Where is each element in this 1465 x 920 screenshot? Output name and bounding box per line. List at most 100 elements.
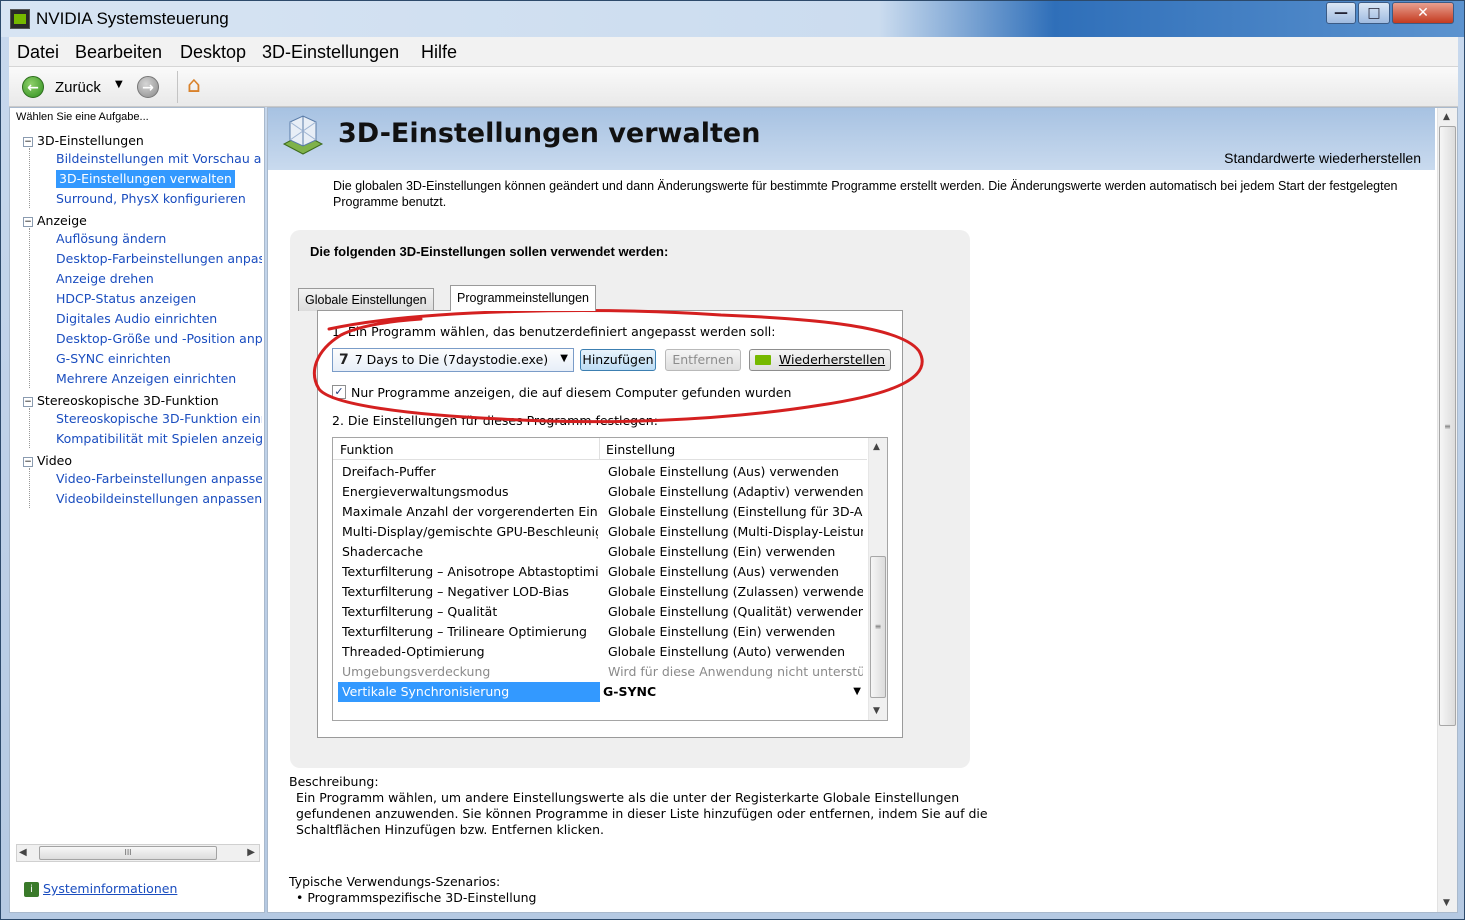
table-row[interactable]: Texturfilterung – Trilineare Optimierung… bbox=[333, 622, 867, 642]
tree-category-label: Video bbox=[37, 453, 73, 468]
restore-button[interactable]: Wiederherstellen bbox=[749, 349, 891, 371]
tree-item-desktop-groesse[interactable]: Desktop-Größe und -Position anpassen bbox=[56, 330, 262, 348]
table-row[interactable]: Umgebungsverdeckung Wird für diese Anwend… bbox=[333, 662, 867, 682]
scroll-down-icon[interactable]: ▼ bbox=[1443, 898, 1450, 908]
only-found-label[interactable]: Nur Programme anzeigen, die auf diesem C… bbox=[351, 385, 791, 400]
scroll-up-icon[interactable]: ▲ bbox=[1443, 112, 1450, 122]
chevron-down-icon[interactable]: ▼ bbox=[853, 682, 861, 702]
scrollbar-thumb[interactable]: ≡ bbox=[1439, 126, 1456, 726]
setting-dropdown[interactable]: G-SYNC bbox=[603, 682, 858, 702]
scenarios-label: Typische Verwendungs-Szenarios: bbox=[289, 874, 501, 889]
tree-item-aufloesung[interactable]: Auflösung ändern bbox=[56, 230, 166, 248]
program-icon: 7 bbox=[339, 352, 349, 368]
menu-3d-einstellungen[interactable]: 3D-Einstellungen bbox=[262, 42, 399, 63]
collapse-icon[interactable]: − bbox=[23, 217, 33, 227]
table-row[interactable]: Texturfilterung – Negativer LOD-Bias Glob… bbox=[333, 582, 867, 602]
tab-program-settings[interactable]: Programmeinstellungen bbox=[450, 285, 597, 311]
chevron-down-icon[interactable]: ▼ bbox=[560, 353, 568, 364]
tab-global-settings[interactable]: Globale Einstellungen bbox=[298, 288, 434, 311]
tree-item-video-farbe[interactable]: Video-Farbeinstellungen anpassen bbox=[56, 470, 262, 488]
scrollbar-thumb[interactable]: ≡ bbox=[870, 556, 886, 698]
system-info-icon: i bbox=[24, 882, 39, 897]
tree-category-anzeige[interactable]: − Anzeige bbox=[23, 212, 87, 230]
cell-function: Texturfilterung – Qualität bbox=[342, 604, 498, 619]
cell-setting: Globale Einstellung (Aus) verwenden bbox=[608, 464, 839, 479]
tree-item-videobild[interactable]: Videobildeinstellungen anpassen bbox=[56, 490, 262, 508]
scroll-up-icon[interactable]: ▲ bbox=[873, 442, 880, 452]
nvidia-icon bbox=[754, 355, 771, 365]
close-button[interactable]: ✕ bbox=[1392, 2, 1454, 24]
cell-function: Threaded-Optimierung bbox=[342, 644, 485, 659]
tree-item-bildeinstellungen[interactable]: Bildeinstellungen mit Vorschau anpassen bbox=[56, 150, 262, 168]
step1-label: 1. Ein Programm wählen, das benutzerdefi… bbox=[332, 324, 776, 339]
sidebar-horizontal-scrollbar[interactable]: ◀ III ▶ bbox=[16, 844, 260, 862]
tree-category-3d[interactable]: −3D-Einstellungen bbox=[23, 132, 144, 150]
title-bar[interactable]: NVIDIA Systemsteuerung — □ ✕ bbox=[1, 1, 1464, 37]
tree-connector bbox=[29, 408, 30, 448]
system-info-link[interactable]: Systeminformationen bbox=[43, 881, 177, 896]
tree-category-video[interactable]: − Video bbox=[23, 452, 72, 470]
back-arrow-icon[interactable]: ← bbox=[22, 76, 44, 98]
only-found-checkbox[interactable]: ✓ bbox=[332, 385, 346, 399]
nvidia-icon bbox=[10, 9, 30, 29]
tree-item-anzeige-drehen[interactable]: Anzeige drehen bbox=[56, 270, 154, 288]
table-row[interactable]: Multi-Display/gemischte GPU-Beschleunig.… bbox=[333, 522, 867, 542]
program-select-value: 7 Days to Die (7daystodie.exe) bbox=[354, 352, 549, 367]
program-select[interactable]: 7 7 Days to Die (7daystodie.exe) ▼ bbox=[332, 348, 574, 372]
list-vertical-scrollbar[interactable]: ▲ ≡ ▼ bbox=[868, 438, 887, 720]
column-header-function[interactable]: Funktion bbox=[340, 442, 394, 457]
table-row-selected[interactable]: Vertikale Synchronisierung G-SYNC ▼ bbox=[333, 682, 867, 702]
tree-item-kompatibilitaet[interactable]: Kompatibilität mit Spielen anzeigen bbox=[56, 430, 262, 448]
tree-item-desktop-farbe[interactable]: Desktop-Farbeinstellungen anpassen bbox=[56, 250, 262, 268]
menu-bearbeiten[interactable]: Bearbeiten bbox=[75, 42, 162, 63]
cell-setting: Globale Einstellung (Qualität) verwenden bbox=[608, 604, 863, 619]
column-header-setting[interactable]: Einstellung bbox=[606, 442, 675, 457]
collapse-icon[interactable]: − bbox=[23, 457, 33, 467]
add-button[interactable]: Hinzufügen bbox=[580, 349, 656, 371]
table-row[interactable]: Texturfilterung – Anisotrope Abtastoptim… bbox=[333, 562, 867, 582]
table-row[interactable]: Energieverwaltungsmodus Globale Einstellu… bbox=[333, 482, 867, 502]
restore-defaults-link[interactable]: Standardwerte wiederherstellen bbox=[1224, 150, 1421, 166]
column-divider[interactable] bbox=[599, 438, 600, 460]
table-row[interactable]: Texturfilterung – Qualität Globale Einste… bbox=[333, 602, 867, 622]
menu-bar: Datei Bearbeiten Desktop 3D-Einstellunge… bbox=[9, 37, 1458, 67]
tree-category-stereo[interactable]: − Stereoskopische 3D-Funktion bbox=[23, 392, 219, 410]
forward-arrow-icon[interactable]: → bbox=[137, 76, 159, 98]
home-icon[interactable]: ⌂ bbox=[187, 73, 201, 98]
back-dropdown-icon[interactable]: ▼ bbox=[115, 79, 123, 90]
page-vertical-scrollbar[interactable]: ▲ ≡ ▼ bbox=[1437, 108, 1457, 912]
scrollbar-thumb[interactable]: III bbox=[39, 846, 217, 860]
collapse-icon[interactable]: − bbox=[23, 397, 33, 407]
tree-item-stereo-einrichten[interactable]: Stereoskopische 3D-Funktion einrichten bbox=[56, 410, 262, 428]
tree-item-digitales-audio[interactable]: Digitales Audio einrichten bbox=[56, 310, 217, 328]
tree-item-g-sync[interactable]: G-SYNC einrichten bbox=[56, 350, 171, 368]
tree-item-3d-einstellungen-verwalten[interactable]: 3D-Einstellungen verwalten bbox=[56, 170, 235, 188]
table-row[interactable]: Dreifach-Puffer Globale Einstellung (Aus)… bbox=[333, 462, 867, 482]
collapse-icon[interactable]: − bbox=[23, 137, 33, 147]
cell-setting: Globale Einstellung (Ein) verwenden bbox=[608, 624, 836, 639]
menu-desktop[interactable]: Desktop bbox=[180, 42, 246, 63]
tree-item-surround-physx[interactable]: Surround, PhysX konfigurieren bbox=[56, 190, 246, 208]
menu-datei[interactable]: Datei bbox=[17, 42, 59, 63]
scroll-left-icon[interactable]: ◀ bbox=[19, 847, 27, 858]
cell-function: Dreifach-Puffer bbox=[342, 464, 436, 479]
table-row[interactable]: Shadercache Globale Einstellung (Ein) ver… bbox=[333, 542, 867, 562]
back-button-label[interactable]: Zurück bbox=[55, 79, 101, 96]
cell-function: Multi-Display/gemischte GPU-Beschleunig.… bbox=[342, 524, 598, 539]
table-row[interactable]: Maximale Anzahl der vorgerenderten Einz.… bbox=[333, 502, 867, 522]
tree-item-hdcp-status[interactable]: HDCP-Status anzeigen bbox=[56, 290, 196, 308]
minimize-button[interactable]: — bbox=[1326, 2, 1356, 24]
cell-function: Energieverwaltungsmodus bbox=[342, 484, 509, 499]
cell-function: Texturfilterung – Trilineare Optimierung bbox=[342, 624, 587, 639]
cell-setting: Globale Einstellung (Einstellung für 3D-… bbox=[608, 504, 863, 519]
scroll-down-icon[interactable]: ▼ bbox=[873, 706, 880, 716]
remove-button[interactable]: Entfernen bbox=[665, 349, 741, 371]
tree-item-mehrere-anzeigen[interactable]: Mehrere Anzeigen einrichten bbox=[56, 370, 236, 388]
cell-function: Texturfilterung – Negativer LOD-Bias bbox=[342, 584, 569, 599]
table-row[interactable]: Threaded-Optimierung Globale Einstellung … bbox=[333, 642, 867, 662]
menu-hilfe[interactable]: Hilfe bbox=[421, 42, 457, 63]
toolbar-separator bbox=[177, 71, 178, 103]
scroll-right-icon[interactable]: ▶ bbox=[247, 847, 255, 858]
cell-function: Vertikale Synchronisierung bbox=[342, 684, 510, 699]
maximize-button[interactable]: □ bbox=[1358, 2, 1390, 24]
